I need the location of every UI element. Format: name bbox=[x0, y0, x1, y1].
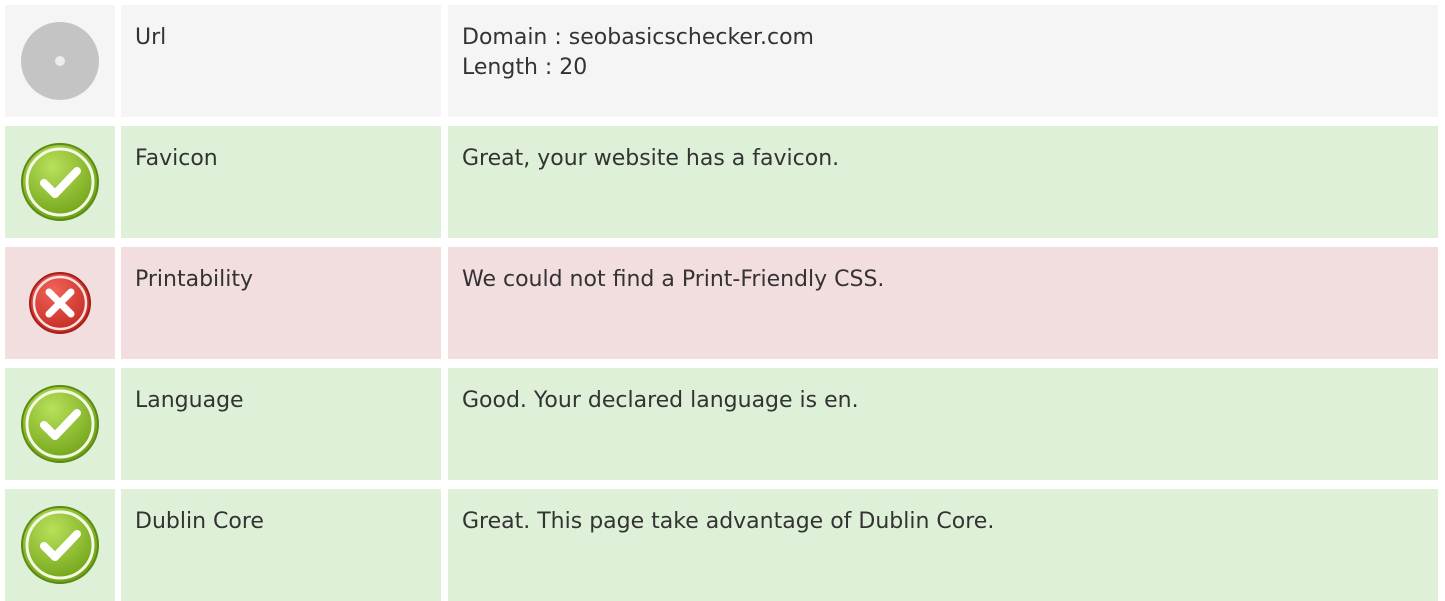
check-circle-icon bbox=[21, 506, 99, 584]
check-name-cell: Language bbox=[121, 368, 441, 480]
check-name: Favicon bbox=[135, 146, 218, 171]
report-row-favicon: Favicon Great, your website has a favico… bbox=[0, 126, 1445, 238]
description-line: Great, your website has a favicon. bbox=[462, 146, 840, 171]
check-name: Url bbox=[135, 25, 167, 50]
report-row-language: Language Good. Your declared language is… bbox=[0, 368, 1445, 480]
check-circle-icon bbox=[21, 143, 99, 221]
description-line: We could not find a Print-Friendly CSS. bbox=[462, 267, 885, 292]
check-name: Dublin Core bbox=[135, 509, 264, 534]
report-row-dublin-core: Dublin Core Great. This page take advant… bbox=[0, 489, 1445, 601]
check-description-cell: Good. Your declared language is en. bbox=[448, 368, 1438, 480]
check-name-cell: Url bbox=[121, 5, 441, 117]
status-cell bbox=[5, 368, 115, 480]
seo-report-table: Url Domain : seobasicschecker.com Length… bbox=[0, 0, 1445, 601]
description-line: Good. Your declared language is en. bbox=[462, 388, 859, 413]
check-circle-icon bbox=[21, 385, 99, 463]
description-line: Great. This page take advantage of Dubli… bbox=[462, 509, 995, 534]
check-name: Printability bbox=[135, 267, 254, 292]
description-line: Length : 20 bbox=[462, 55, 588, 80]
report-row-url: Url Domain : seobasicschecker.com Length… bbox=[0, 5, 1445, 117]
status-cell bbox=[5, 489, 115, 601]
status-cell bbox=[5, 126, 115, 238]
check-description-cell: Great. This page take advantage of Dubli… bbox=[448, 489, 1438, 601]
check-description-cell: Great, your website has a favicon. bbox=[448, 126, 1438, 238]
report-row-printability: Printability We could not find a Print-F… bbox=[0, 247, 1445, 359]
check-name-cell: Favicon bbox=[121, 126, 441, 238]
error-x-circle-icon bbox=[29, 272, 91, 334]
check-name-cell: Printability bbox=[121, 247, 441, 359]
status-cell bbox=[5, 247, 115, 359]
check-name-cell: Dublin Core bbox=[121, 489, 441, 601]
description-line: Domain : seobasicschecker.com bbox=[462, 25, 814, 50]
info-circle-icon bbox=[21, 22, 99, 100]
check-description-cell: We could not find a Print-Friendly CSS. bbox=[448, 247, 1438, 359]
check-name: Language bbox=[135, 388, 244, 413]
status-cell bbox=[5, 5, 115, 117]
check-description-cell: Domain : seobasicschecker.com Length : 2… bbox=[448, 5, 1438, 117]
